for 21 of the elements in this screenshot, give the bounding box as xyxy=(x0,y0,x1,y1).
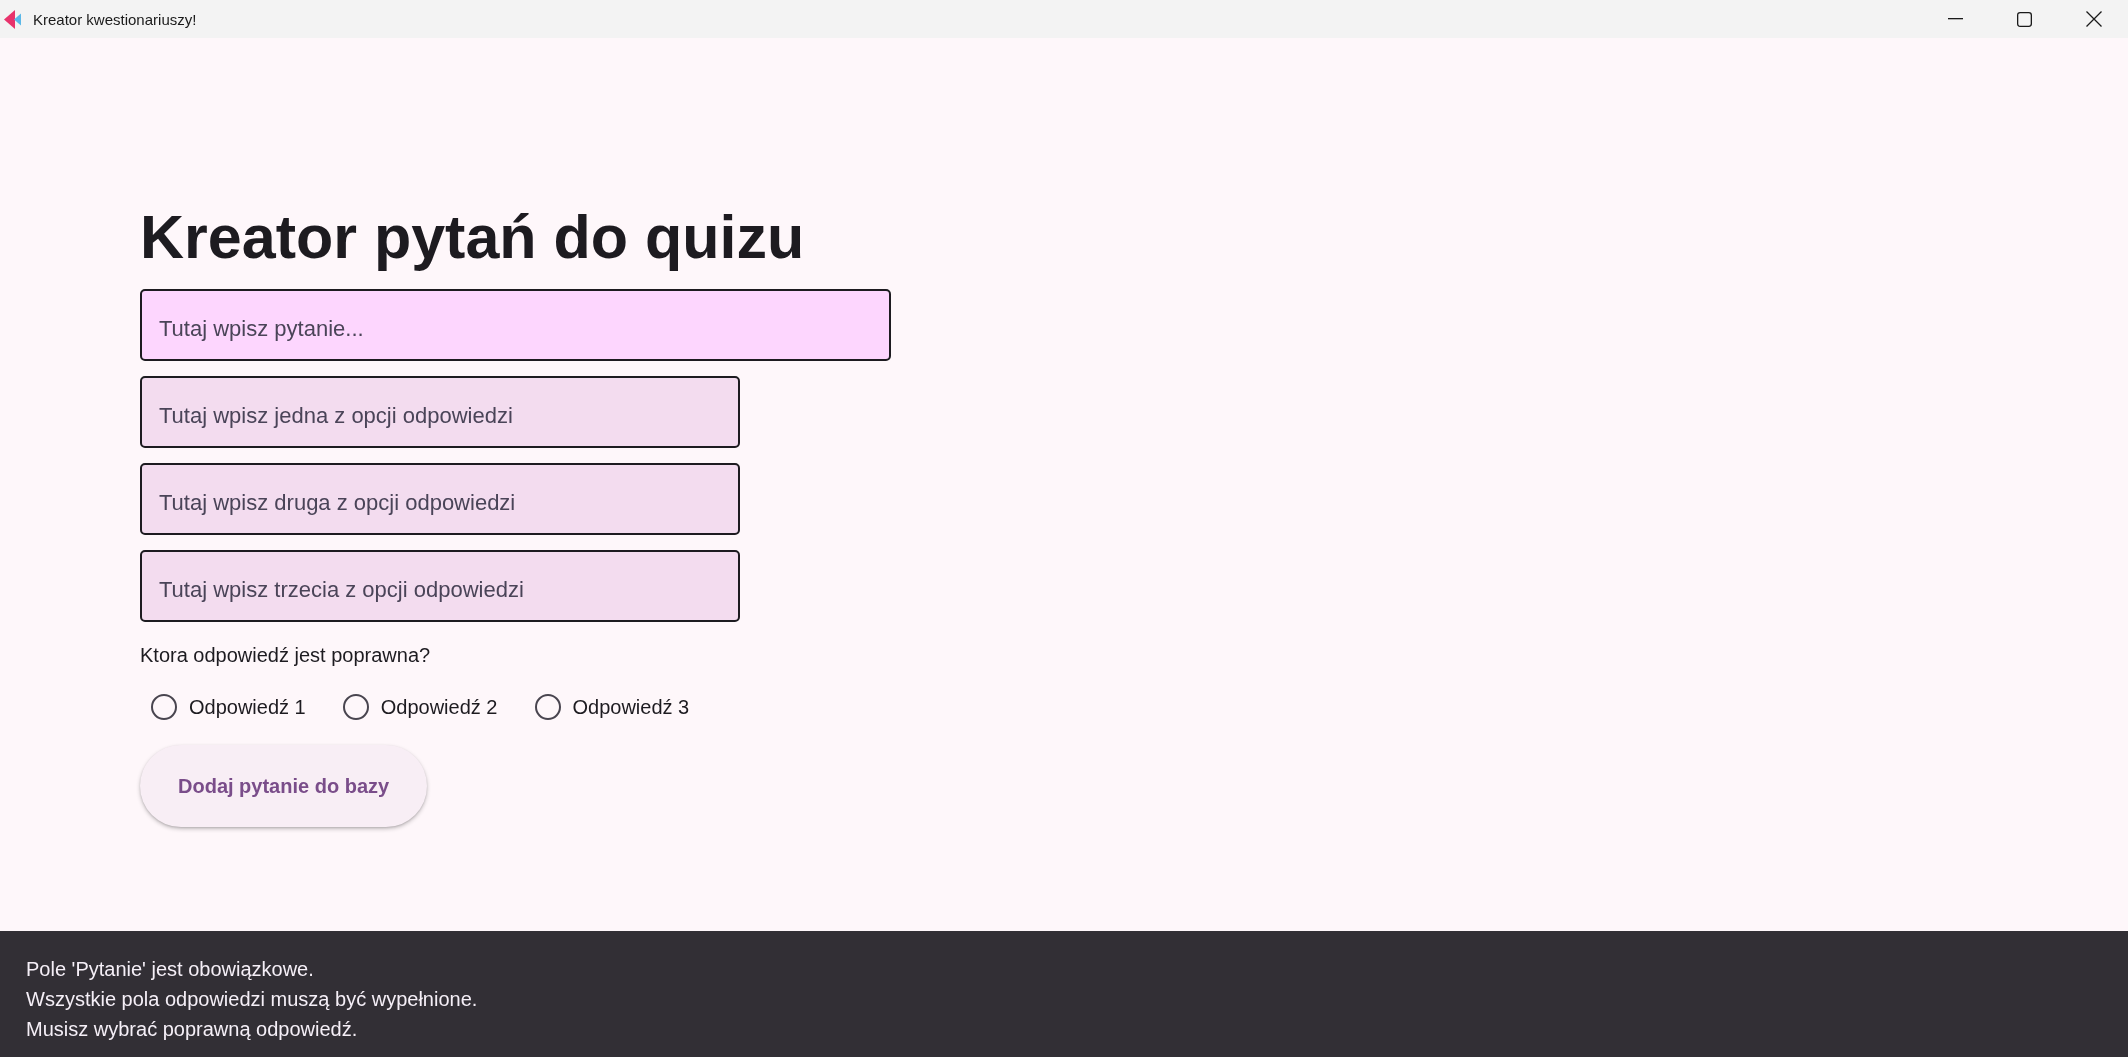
question-label: Ktora odpowiedź jest poprawna? xyxy=(140,643,432,667)
radio-option[interactable]: Odpowiedź 2 xyxy=(331,687,498,727)
snackbar-message: Musisz wybrać poprawną odpowiedź. xyxy=(26,1017,358,1042)
minimize-icon xyxy=(1948,18,1963,20)
answer-field[interactable]: Tutaj wpisz trzecia z opcji odpowiedzi xyxy=(140,550,740,622)
answer-field[interactable]: Tutaj wpisz jedna z opcji odpowiedzi xyxy=(140,376,740,448)
snackbar-message: Pole 'Pytanie' jest obowiązkowe. xyxy=(26,957,314,982)
answer-field[interactable]: Tutaj wpisz druga z opcji odpowiedzi xyxy=(140,463,740,535)
radio-icon[interactable] xyxy=(342,694,369,720)
window-title: Kreator kwestionariuszy! xyxy=(33,10,197,28)
radio-icon[interactable] xyxy=(151,694,177,720)
maximize-icon xyxy=(2017,11,2032,27)
close-icon xyxy=(2085,11,2102,27)
snackbar-message: Wszystkie pola odpowiedzi muszą być wypełnione. xyxy=(26,987,478,1012)
question-field[interactable]: Tutaj wpisz pytanie... xyxy=(140,289,891,361)
radio-option[interactable]: Odpowiedź 3 xyxy=(523,687,690,727)
app-icon xyxy=(4,9,21,29)
add-question-button[interactable]: Dodaj pytanie do bazy xyxy=(140,745,428,827)
page-heading: Kreator pytań do quizu xyxy=(140,202,805,273)
radio-icon[interactable] xyxy=(534,694,561,720)
radio-option[interactable]: Odpowiedź 1 xyxy=(140,687,306,727)
